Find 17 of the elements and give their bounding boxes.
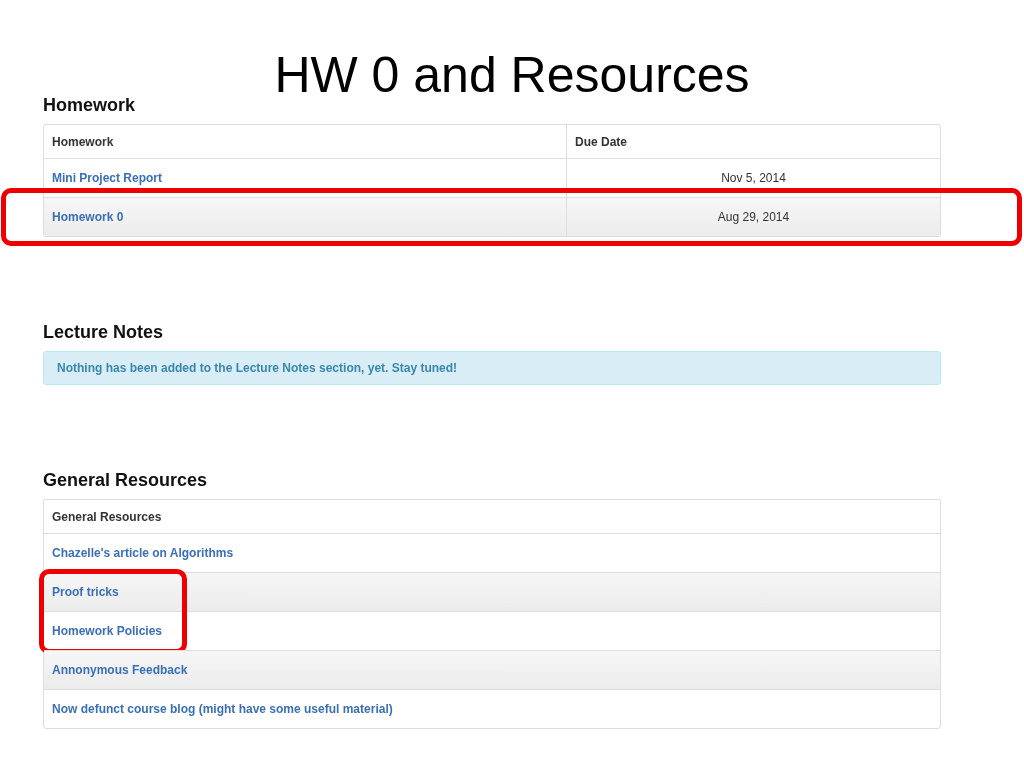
section-heading: Lecture Notes	[43, 321, 164, 343]
resource-link[interactable]: Proof tricks	[52, 585, 119, 599]
due-date: Nov 5, 2014	[721, 171, 786, 185]
homework-link[interactable]: Homework 0	[52, 210, 124, 224]
resource-link[interactable]: Chazelle's article on Algorithms	[52, 546, 234, 560]
info-notice: Nothing has been added to the Lecture Notes section, yet. Stay tuned!	[43, 351, 941, 385]
homework-link[interactable]: Mini Project Report	[52, 171, 162, 185]
column-header: Homework	[52, 134, 114, 149]
resource-link[interactable]: Now defunct course blog (might have some useful material)	[52, 702, 393, 716]
resource-link[interactable]: Annonymous Feedback	[52, 663, 188, 677]
column-header: General Resources	[52, 509, 162, 524]
resource-link[interactable]: Homework Policies	[52, 624, 163, 638]
column-header: Due Date	[575, 134, 627, 149]
due-date: Aug 29, 2014	[717, 210, 790, 224]
section-heading: Homework	[43, 94, 136, 116]
slide-title: HW 0 and Resources	[274, 46, 750, 105]
section-heading: General Resources	[43, 469, 208, 491]
